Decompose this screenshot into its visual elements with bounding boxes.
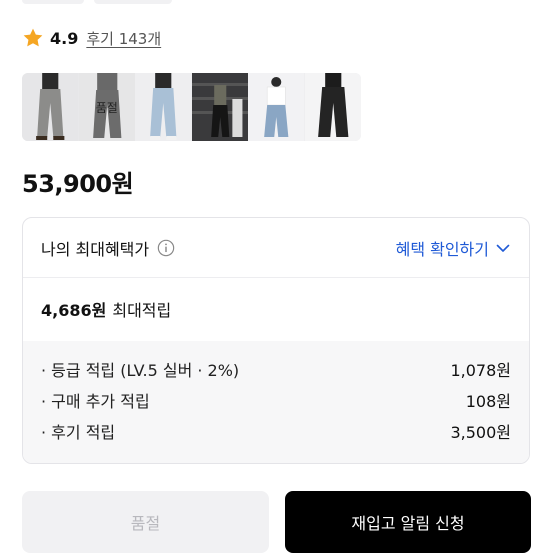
benefit-toggle-label: 혜택 확인하기	[395, 239, 489, 259]
max-point-label: 최대적립	[112, 301, 172, 320]
rating-row: 4.9 후기 143개	[22, 26, 161, 50]
max-point-row: 4,686원 최대적립	[23, 278, 529, 340]
thumbnail-4[interactable]	[191, 73, 248, 141]
benefit-title-text: 나의 최대혜택가	[41, 239, 150, 259]
chevron-down-icon	[495, 240, 511, 256]
review-count-link[interactable]: 후기 143개	[86, 28, 161, 49]
point-detail-list: · 등급 적립 (LV.5 실버 · 2%) 1,078원 · 구매 추가 적립…	[23, 341, 529, 463]
point-detail-label: · 등급 적립 (LV.5 실버 · 2%)	[41, 360, 240, 380]
point-detail-row: · 구매 추가 적립 108원	[41, 384, 511, 415]
soldout-overlay: 품절	[78, 73, 135, 141]
soldout-button: 품절	[22, 491, 269, 553]
thumbnail-5[interactable]	[248, 73, 305, 141]
thumbnail-strip: 품절	[22, 73, 361, 141]
thumbnail-1[interactable]	[22, 73, 79, 141]
product-price: 53,900원	[22, 170, 134, 198]
point-detail-value: 108원	[465, 391, 511, 411]
thumbnail-3[interactable]	[135, 73, 192, 141]
top-chip[interactable]	[22, 0, 84, 4]
top-chips	[22, 0, 172, 4]
top-chip[interactable]	[94, 0, 172, 4]
point-detail-row: · 후기 적립 3,500원	[41, 415, 511, 446]
point-detail-label: · 구매 추가 적립	[41, 391, 150, 411]
info-icon[interactable]	[157, 239, 175, 257]
restock-alert-button[interactable]: 재입고 알림 신청	[285, 491, 531, 553]
thumbnail-2[interactable]: 품절	[78, 73, 135, 141]
star-icon	[22, 27, 44, 49]
point-detail-value: 3,500원	[450, 422, 511, 442]
point-detail-row: · 등급 적립 (LV.5 실버 · 2%) 1,078원	[41, 353, 511, 384]
rating-value: 4.9	[50, 28, 79, 48]
benefit-check-toggle[interactable]: 혜택 확인하기	[396, 236, 511, 260]
thumbnail-6[interactable]	[304, 73, 361, 141]
benefit-header: 나의 최대혜택가 혜택 확인하기	[23, 218, 529, 278]
benefit-box: 나의 최대혜택가 혜택 확인하기 4,686원 최대적립 · 등급 적립 (LV…	[22, 217, 530, 464]
point-detail-value: 1,078원	[450, 360, 511, 380]
point-detail-label: · 후기 적립	[41, 422, 116, 442]
max-point-amount: 4,686원	[41, 301, 107, 320]
benefit-title: 나의 최대혜택가	[41, 236, 175, 260]
